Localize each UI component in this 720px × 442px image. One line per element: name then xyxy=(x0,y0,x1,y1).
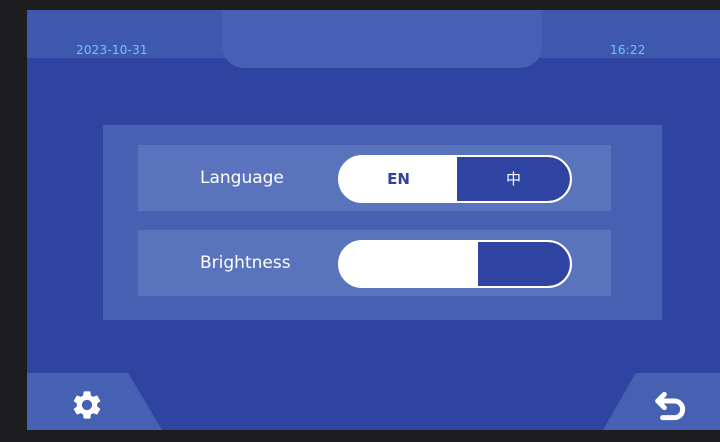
language-row: Language EN 中 xyxy=(138,145,611,211)
back-arrow-icon[interactable] xyxy=(650,386,692,426)
language-toggle[interactable]: EN 中 xyxy=(338,155,572,203)
language-option-en[interactable]: EN xyxy=(340,157,457,201)
brightness-slider[interactable] xyxy=(338,240,572,288)
language-label: Language xyxy=(200,168,284,188)
status-bar xyxy=(27,10,720,68)
brightness-fill xyxy=(340,242,478,286)
settings-panel: Language EN 中 Brightness xyxy=(103,125,662,320)
time-display: 16:22 xyxy=(610,43,646,57)
date-display: 2023-10-31 xyxy=(76,43,148,57)
device-screen: Language EN 中 Brightness xyxy=(27,10,720,430)
status-tab-center xyxy=(222,10,542,68)
brightness-label: Brightness xyxy=(200,253,291,273)
brightness-row: Brightness xyxy=(138,230,611,296)
gear-icon[interactable] xyxy=(70,388,104,422)
language-option-zh[interactable]: 中 xyxy=(457,157,570,201)
brightness-track xyxy=(478,242,570,286)
